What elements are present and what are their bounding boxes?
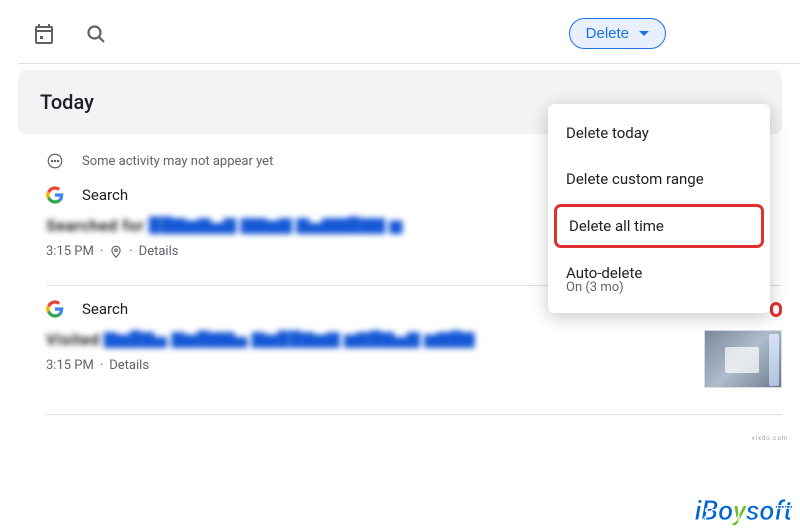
activity-time: 3:15 PM: [46, 358, 94, 373]
dropdown-item-auto-delete-sub: On (3 mo): [548, 280, 770, 301]
dropdown-item-delete-today[interactable]: Delete today: [548, 110, 770, 156]
dropdown-item-delete-custom-range[interactable]: Delete custom range: [548, 156, 770, 202]
toolbar-left: [32, 22, 108, 46]
activity-thumbnail[interactable]: [704, 330, 782, 388]
activity-meta: 3:15 PM · Details: [46, 358, 688, 373]
activity-time: 3:15 PM: [46, 244, 94, 259]
divider: [18, 63, 800, 64]
delete-button-label: Delete: [586, 25, 629, 42]
dropdown-item-delete-all-time[interactable]: Delete all time: [554, 204, 764, 248]
activity-title-blurred: Visited ▇▆█▇▅ ▇▆█▇▇▅ ▇▆██▇▆▇ ▆▇█▇▅▇ ▆▇█▇: [46, 330, 688, 348]
ellipsis-icon: [46, 152, 64, 170]
watermark-small: vixdn.com: [752, 435, 788, 442]
chevron-down-icon: [639, 31, 649, 36]
activity-details-link[interactable]: Details: [109, 358, 149, 373]
delete-dropdown: Delete today Delete custom range Delete …: [548, 104, 770, 313]
delete-button[interactable]: Delete: [569, 18, 666, 49]
notice-text: Some activity may not appear yet: [82, 154, 273, 169]
divider: [46, 414, 782, 415]
toolbar: Delete: [0, 0, 800, 63]
activity-item: Search Visited ▇▆█▇▅ ▇▆█▇▇▅ ▇▆██▇▆▇ ▆▇█▇…: [0, 298, 800, 402]
google-logo-icon: [46, 186, 64, 204]
activity-service: Search: [82, 186, 128, 204]
activity-service: Search: [82, 300, 128, 318]
location-pin-icon: [109, 245, 123, 259]
watermark-large: iBoysoft: [694, 494, 792, 527]
google-logo-icon: [46, 300, 64, 318]
delete-item-highlight: [770, 302, 782, 317]
calendar-icon[interactable]: [32, 22, 56, 46]
search-icon[interactable]: [84, 22, 108, 46]
activity-details-link[interactable]: Details: [139, 244, 179, 259]
